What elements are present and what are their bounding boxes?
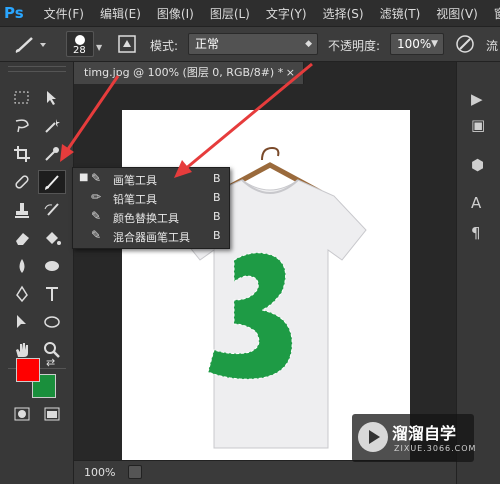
watermark: 溜溜自学 ZIXUE.3066.COM [352, 414, 477, 462]
arrow-to-brush-tool [64, 75, 120, 153]
play-logo-icon [358, 422, 388, 452]
watermark-title: 溜溜自学 [392, 424, 457, 443]
annotation-arrows [60, 62, 313, 178]
arrow-to-flyout [183, 62, 313, 172]
arrow-head-icon [174, 160, 192, 178]
watermark-subtitle: ZIXUE.3066.COM [394, 444, 477, 453]
arrow-head-icon [60, 144, 74, 162]
